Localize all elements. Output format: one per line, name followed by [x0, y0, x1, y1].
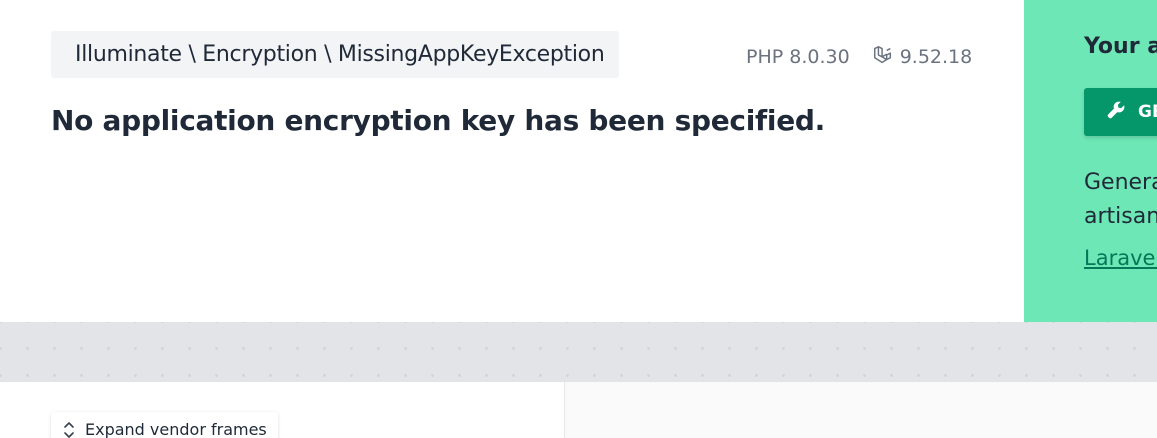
exception-class[interactable]: Illuminate \ Encryption \ MissingAppKeyE… [51, 31, 619, 78]
laravel-version-number: 9.52.18 [899, 46, 973, 68]
stack-frames-panel: Expand vendor frames [0, 382, 565, 438]
wrench-icon [1106, 100, 1126, 125]
solution-description: Genera artisan [1084, 166, 1157, 234]
php-version: PHP 8.0.30 [746, 46, 850, 68]
docs-link[interactable]: Laravel i [1084, 246, 1157, 270]
generate-key-label: GE [1138, 102, 1157, 122]
exception-message: No application encryption key has been s… [51, 104, 825, 137]
code-preview-panel [565, 382, 1157, 438]
chevron-up-down-icon [62, 420, 76, 438]
version-info: PHP 8.0.30 9.52.18 [746, 44, 972, 70]
dotted-separator [0, 322, 1157, 382]
laravel-icon [872, 44, 894, 71]
solution-description-line: artisan [1084, 204, 1157, 229]
expand-vendor-frames-label: Expand vendor frames [85, 420, 267, 438]
solution-description-line: Genera [1084, 170, 1157, 195]
laravel-version: 9.52.18 [872, 44, 973, 71]
error-header: Illuminate \ Encryption \ MissingAppKeyE… [0, 0, 1157, 322]
expand-vendor-frames-button[interactable]: Expand vendor frames [51, 412, 278, 438]
generate-key-button[interactable]: GE [1084, 88, 1157, 136]
solution-title: Your ap [1084, 34, 1157, 59]
solution-panel: Your ap GE Genera artisan Laravel i [1024, 0, 1157, 322]
